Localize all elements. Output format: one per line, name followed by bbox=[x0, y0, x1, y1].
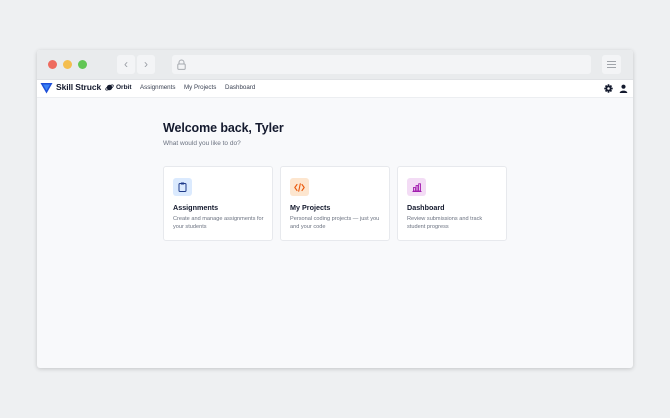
lock-icon bbox=[177, 59, 186, 70]
bar-chart-icon bbox=[407, 178, 426, 196]
app-header: Skill Struck Orbit Assignments My Projec… bbox=[37, 80, 633, 98]
nav-my-projects[interactable]: My Projects bbox=[184, 84, 216, 91]
user-icon[interactable] bbox=[619, 84, 628, 93]
code-icon bbox=[290, 178, 309, 196]
card-title: Dashboard bbox=[407, 203, 445, 212]
chevron-right-icon[interactable]: › bbox=[137, 55, 155, 74]
orbit-icon bbox=[105, 84, 114, 91]
card-title: Assignments bbox=[173, 203, 219, 212]
product-name[interactable]: Orbit bbox=[116, 84, 132, 91]
nav-assignments[interactable]: Assignments bbox=[140, 84, 175, 91]
card-description: Review submissions and track student pro… bbox=[407, 216, 483, 230]
maximize-window-button[interactable] bbox=[78, 60, 87, 69]
chevron-left-icon[interactable]: ‹ bbox=[117, 55, 135, 74]
nav-dashboard[interactable]: Dashboard bbox=[225, 84, 255, 91]
clipboard-icon bbox=[173, 178, 192, 196]
address-bar[interactable] bbox=[172, 55, 591, 74]
card-title: My Projects bbox=[290, 203, 331, 212]
close-window-button[interactable] bbox=[48, 60, 57, 69]
assignments-card[interactable]: Assignments Create and manage assignment… bbox=[163, 166, 273, 241]
skill-struck-logo-icon[interactable] bbox=[40, 82, 53, 94]
my-projects-card[interactable]: My Projects Personal coding projects — j… bbox=[280, 166, 390, 241]
minimize-window-button[interactable] bbox=[63, 60, 72, 69]
dashboard-card[interactable]: Dashboard Review submissions and track s… bbox=[397, 166, 507, 241]
hamburger-icon[interactable] bbox=[602, 55, 621, 74]
browser-toolbar: ‹ › bbox=[37, 50, 633, 80]
brand-name[interactable]: Skill Struck bbox=[56, 82, 101, 92]
page-subtitle: What would you like to do? bbox=[163, 140, 241, 147]
page-title: Welcome back, Tyler bbox=[163, 121, 284, 135]
card-description: Personal coding projects — just you and … bbox=[290, 216, 380, 230]
card-description: Create and manage assignments for your s… bbox=[173, 216, 264, 230]
gear-icon[interactable] bbox=[604, 84, 613, 93]
browser-window: ‹ › Skill Struck Orbit Assignments My Pr… bbox=[37, 50, 633, 368]
